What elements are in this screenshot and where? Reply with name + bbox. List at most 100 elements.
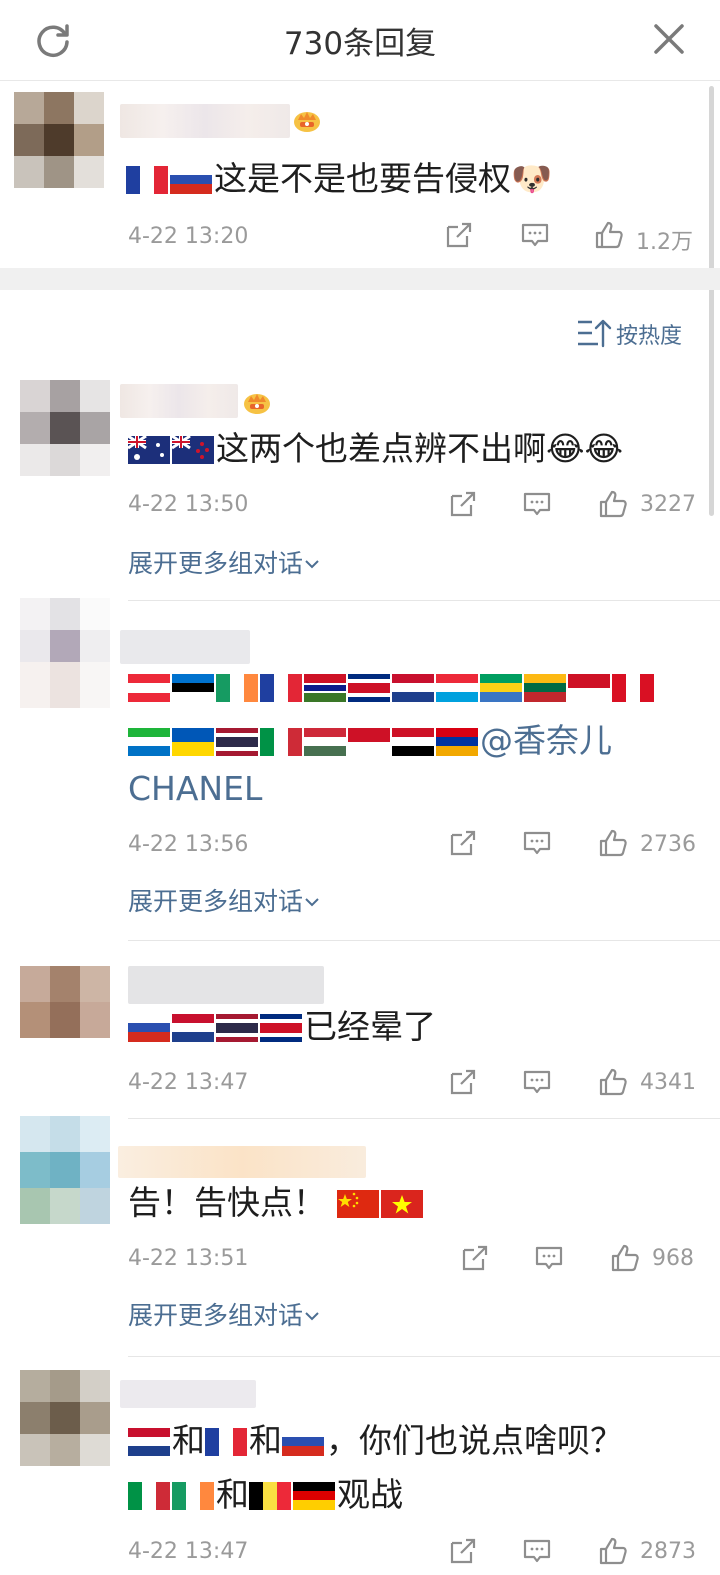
flag-netherlands-icon	[392, 674, 434, 702]
flag-peru-icon	[612, 674, 654, 702]
flag-netherlands-icon	[172, 1014, 214, 1042]
avatar[interactable]	[20, 598, 110, 708]
flag-ireland-icon	[172, 1482, 214, 1510]
like-count: 2736	[640, 832, 696, 857]
flag-france-icon	[205, 1428, 247, 1456]
expand-conversation-link[interactable]: 展开更多组对话	[128, 882, 321, 918]
flag-thailand-icon	[216, 1014, 258, 1042]
flag-yemen-icon	[392, 728, 434, 756]
comment-text-line2: 和观战	[128, 1472, 403, 1518]
divider	[128, 940, 720, 941]
like-count: 1.2万	[636, 230, 693, 255]
flag-ukraine-icon	[172, 728, 214, 756]
flag-russia-icon	[170, 166, 212, 194]
flag-china-icon	[336, 1190, 379, 1218]
flag-luxembourg-icon	[436, 674, 478, 702]
sort-icon[interactable]	[576, 316, 612, 350]
avatar[interactable]	[14, 92, 104, 188]
like-icon[interactable]	[598, 1067, 628, 1097]
avatar[interactable]	[20, 1116, 110, 1224]
flag-indonesia-icon	[568, 674, 610, 702]
flag-vietnam-icon	[380, 1190, 423, 1218]
flag-gabon-icon	[480, 674, 522, 702]
sort-by-hot-button[interactable]: 按热度	[616, 318, 682, 350]
doge-emoji-icon: 🐶	[511, 159, 553, 198]
username-blurred[interactable]	[120, 384, 238, 418]
comment-icon[interactable]	[520, 220, 550, 250]
flag-netherlands-icon	[128, 1428, 170, 1456]
comment-text-line3: CHANEL	[128, 766, 262, 812]
laughing-emoji-icon: 😂😂	[546, 429, 624, 468]
username-blurred[interactable]	[118, 1146, 366, 1178]
comment-time: 4-22 13:20	[128, 224, 249, 249]
chevron-down-icon	[305, 1312, 319, 1321]
flag-austria-icon	[128, 674, 170, 702]
comment-time: 4-22 13:56	[128, 832, 249, 857]
chevron-down-icon	[305, 560, 319, 569]
flag-new-zealand-icon	[172, 436, 214, 464]
comment-time: 4-22 13:47	[128, 1070, 249, 1095]
share-icon[interactable]	[444, 220, 474, 250]
like-count: 968	[652, 1246, 694, 1271]
username-blurred[interactable]	[120, 104, 290, 138]
flag-hungary-icon	[304, 728, 346, 756]
share-icon[interactable]	[448, 1536, 478, 1566]
share-icon[interactable]	[448, 489, 478, 519]
page-title: 730条回复	[283, 26, 437, 62]
flag-gambia-icon	[304, 674, 346, 702]
flag-germany-icon	[293, 1482, 335, 1510]
flag-france-icon	[126, 166, 168, 194]
flag-costa-rica-icon	[260, 1014, 302, 1042]
comment-text: 告！告快点！	[128, 1180, 425, 1226]
like-icon[interactable]	[598, 828, 628, 858]
like-icon[interactable]	[610, 1243, 640, 1273]
comment-time: 4-22 13:47	[128, 1539, 249, 1564]
username-blurred[interactable]	[120, 1380, 256, 1408]
avatar[interactable]	[20, 380, 110, 476]
flag-indonesia-icon	[348, 728, 390, 756]
comment-icon[interactable]	[534, 1243, 564, 1273]
chevron-down-icon	[305, 898, 319, 907]
flag-lithuania-icon	[524, 674, 566, 702]
comment-text: 和和，你们也说点啥呗？	[128, 1418, 623, 1464]
crown-icon	[294, 112, 320, 132]
divider	[128, 1356, 720, 1357]
mention-link[interactable]: @香奈儿	[480, 721, 612, 760]
flag-italy-icon	[260, 728, 302, 756]
avatar[interactable]	[20, 1370, 110, 1466]
comment-icon[interactable]	[522, 828, 552, 858]
close-icon[interactable]	[652, 22, 686, 56]
share-icon[interactable]	[448, 828, 478, 858]
header-bar: 730条回复	[0, 0, 720, 81]
flag-ireland-icon	[216, 674, 258, 702]
flag-russia-icon	[282, 1428, 324, 1456]
scrollbar[interactable]	[709, 86, 714, 516]
like-count: 2873	[640, 1539, 696, 1564]
flag-belgium-icon	[249, 1482, 291, 1510]
flag-russia-icon	[128, 1014, 170, 1042]
username-blurred[interactable]	[120, 630, 250, 664]
like-count: 4341	[640, 1070, 696, 1095]
comment-text	[128, 664, 656, 710]
section-divider	[0, 268, 720, 290]
like-icon[interactable]	[598, 1536, 628, 1566]
expand-conversation-link[interactable]: 展开更多组对话	[128, 544, 321, 580]
flag-france-icon	[260, 674, 302, 702]
mention-link-continued[interactable]: CHANEL	[128, 769, 262, 808]
comment-text: 这是不是也要告侵权🐶	[126, 156, 552, 202]
comment-time: 4-22 13:51	[128, 1246, 249, 1271]
expand-conversation-link[interactable]: 展开更多组对话	[128, 1296, 321, 1332]
comment-icon[interactable]	[522, 1536, 552, 1566]
like-icon[interactable]	[598, 489, 628, 519]
share-icon[interactable]	[460, 1243, 490, 1273]
comment-icon[interactable]	[522, 1067, 552, 1097]
comment-icon[interactable]	[522, 489, 552, 519]
comment-text-line2: @香奈儿	[128, 718, 612, 764]
avatar[interactable]	[20, 966, 110, 1038]
flag-costa-rica-icon	[348, 674, 390, 702]
comment-text: 已经晕了	[128, 1004, 436, 1050]
comment-time: 4-22 13:50	[128, 492, 249, 517]
like-icon[interactable]	[594, 220, 624, 250]
share-icon[interactable]	[448, 1067, 478, 1097]
username-blurred[interactable]	[128, 966, 324, 1004]
